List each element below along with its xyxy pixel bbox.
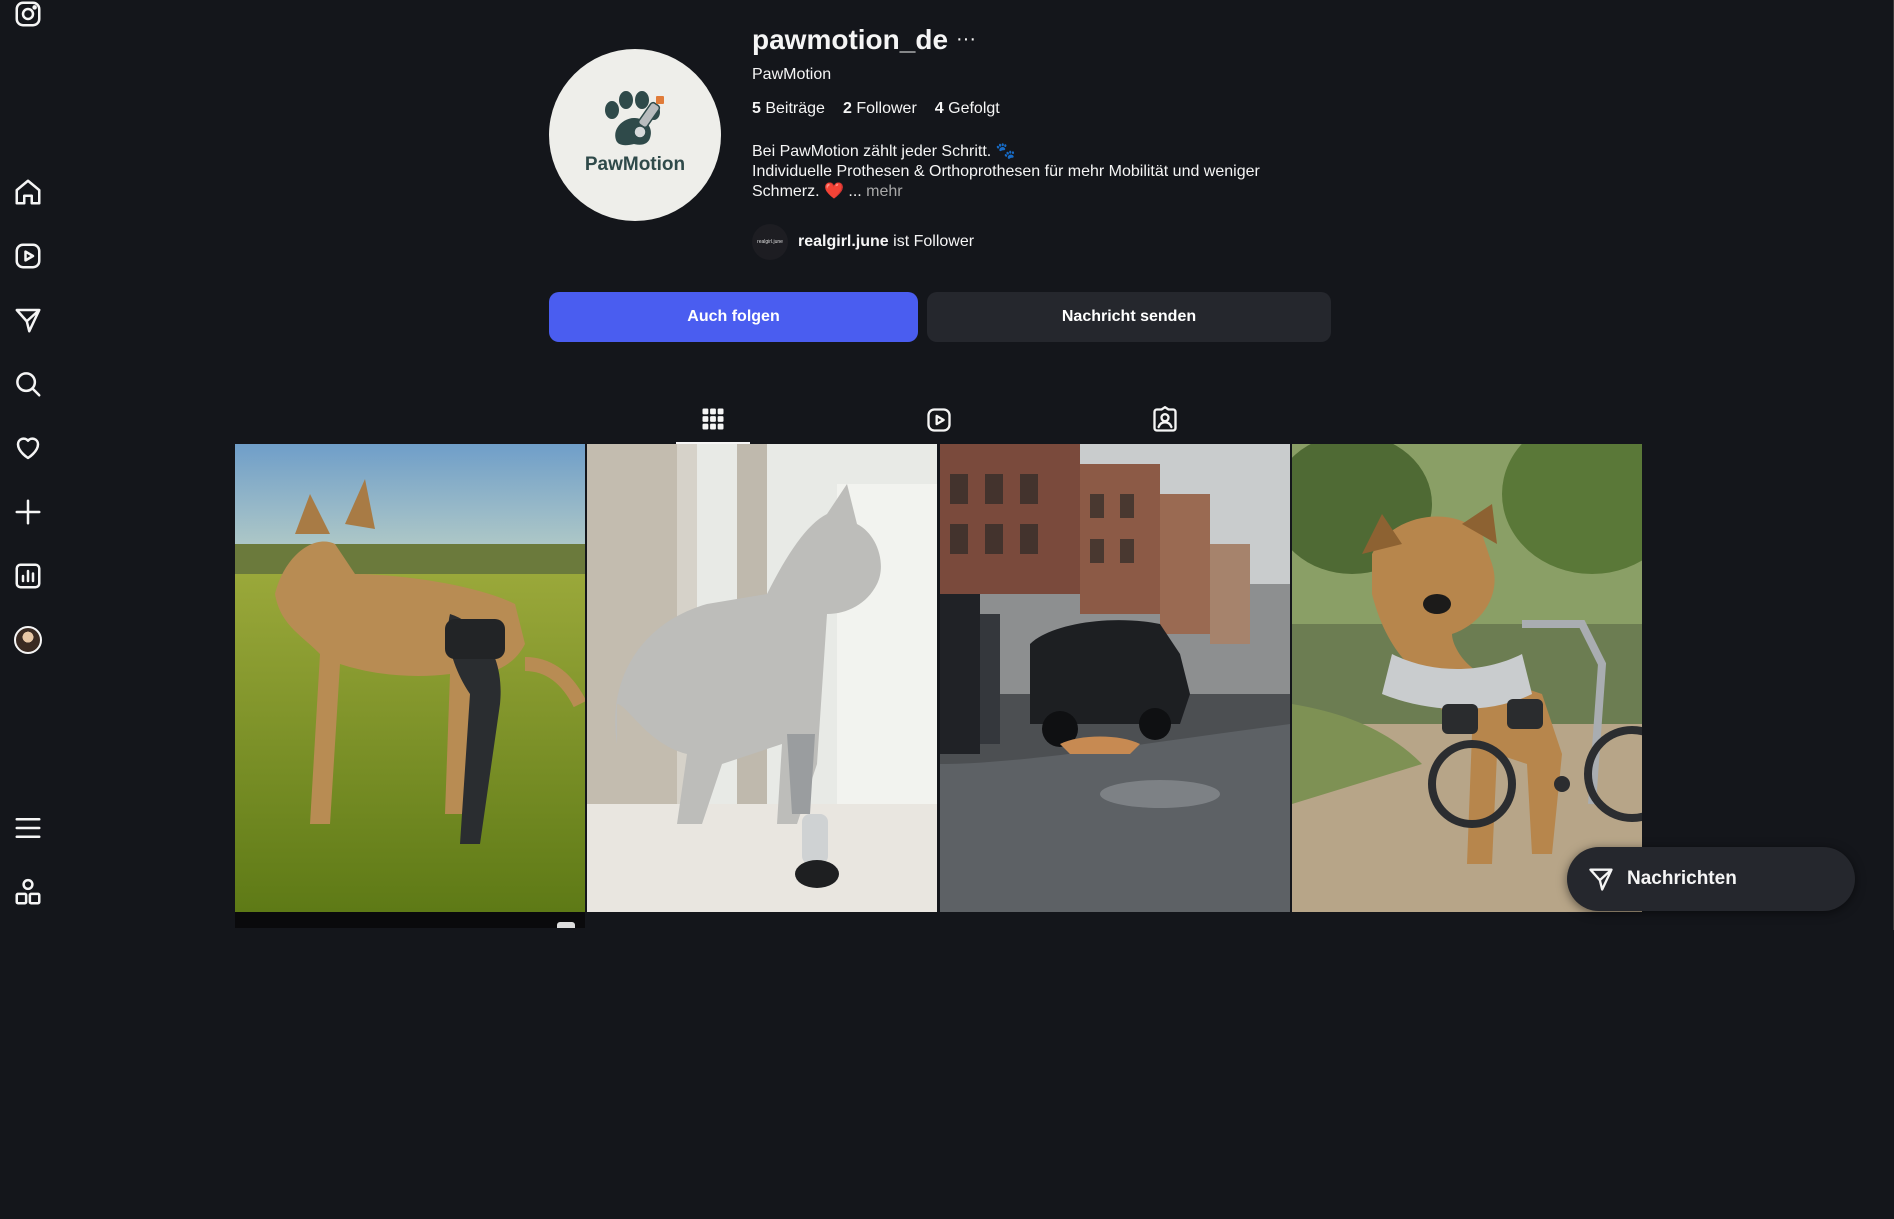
profile-full-name: PawMotion [752,66,832,83]
profile-stats: 5 Beiträge 2 Follower 4 Gefolgt [752,100,1000,118]
bio-line-1: Bei PawMotion zählt jeder Schritt. 🐾 [752,143,1016,160]
more-options-icon[interactable]: ··· [956,28,976,51]
tab-reels[interactable] [902,396,976,444]
post-thumbnail[interactable] [587,444,937,912]
post-image-dog-orthosis [235,444,585,912]
tab-tagged[interactable] [1128,396,1202,444]
post-image-dog-wheelchair [1292,444,1642,912]
post-image-street-scene [940,444,1290,912]
instagram-logo-icon[interactable] [12,0,44,30]
followed-by[interactable]: realgirl.june realgirl.june ist Follower [752,224,974,260]
follow-back-button[interactable]: Auch folgen [549,292,918,342]
messages-popup-button[interactable]: Nachrichten [1567,847,1855,911]
post-caption-strip [235,912,585,928]
bio-line-2: Individuelle Prothesen & Orthoprothesen … [752,163,1260,200]
follower-avatar: realgirl.june [752,224,788,260]
post-thumbnail[interactable] [940,444,1290,912]
menu-hamburger-icon[interactable] [12,812,44,844]
direct-send-icon [1589,868,1613,891]
posts-grid-icon [702,408,724,430]
followers-stat[interactable]: 2 Follower [843,100,917,118]
paw-logo-icon [605,91,664,146]
notifications-heart-icon[interactable] [12,432,44,464]
profile-username: pawmotion_de [752,24,949,55]
follower-suffix: ist Follower [893,233,975,250]
profile-picture[interactable]: PawMotion [549,49,721,221]
search-icon[interactable] [12,368,44,400]
tab-posts[interactable] [676,396,750,444]
send-message-button[interactable]: Nachricht senden [927,292,1331,342]
reels-icon[interactable] [12,240,44,272]
insights-chart-icon[interactable] [12,560,44,592]
post-thumbnail[interactable] [235,444,585,912]
reels-tab-icon [927,408,951,432]
following-stat[interactable]: 4 Gefolgt [935,100,1000,118]
post-thumbnail[interactable] [1292,444,1642,912]
profile-bio: Bei PawMotion zählt jeder Schritt. 🐾 Ind… [752,142,1312,202]
create-plus-icon[interactable] [12,496,44,528]
posts-stat[interactable]: 5 Beiträge [752,100,825,118]
post-image-cat-prosthesis [587,444,937,912]
avatar-brand-text: PawMotion [584,154,686,175]
tagged-tab-icon [1153,406,1177,432]
bio-more-link[interactable]: mehr [866,183,902,200]
sidebar-nav [0,0,58,1219]
more-apps-icon[interactable] [12,876,44,908]
avatar [14,626,42,654]
home-icon[interactable] [12,176,44,208]
direct-send-icon[interactable] [12,304,44,336]
messages-label: Nachrichten [1627,868,1737,889]
profile-avatar[interactable] [12,624,44,656]
follower-username[interactable]: realgirl.june [798,233,889,250]
